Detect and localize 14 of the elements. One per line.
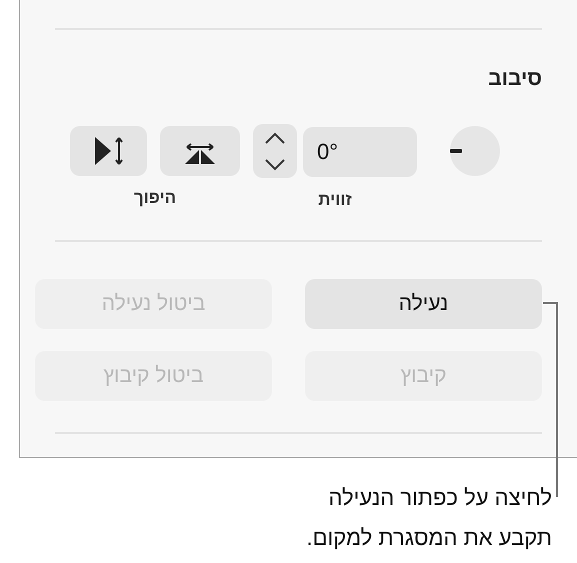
flip-vertical-icon bbox=[94, 136, 124, 166]
action-button[interactable]: נעילה bbox=[305, 279, 542, 329]
angle-label: זווית bbox=[318, 190, 352, 210]
caption-line: לחיצה על כפתור הנעילה bbox=[328, 484, 552, 512]
angle-field[interactable]: 0° bbox=[303, 127, 417, 177]
flip-vertical-button[interactable] bbox=[70, 126, 147, 176]
flip-horizontal-button[interactable] bbox=[160, 126, 240, 176]
caption-line: תקבע את המסגרת למקום. bbox=[306, 524, 552, 552]
chevron-up-icon bbox=[264, 132, 286, 144]
angle-indicator-icon bbox=[450, 149, 462, 153]
section-title: סיבוב bbox=[487, 66, 542, 92]
flip-label: היפוך bbox=[134, 188, 176, 208]
angle-stepper[interactable] bbox=[253, 124, 297, 178]
chevron-down-icon bbox=[264, 158, 286, 170]
